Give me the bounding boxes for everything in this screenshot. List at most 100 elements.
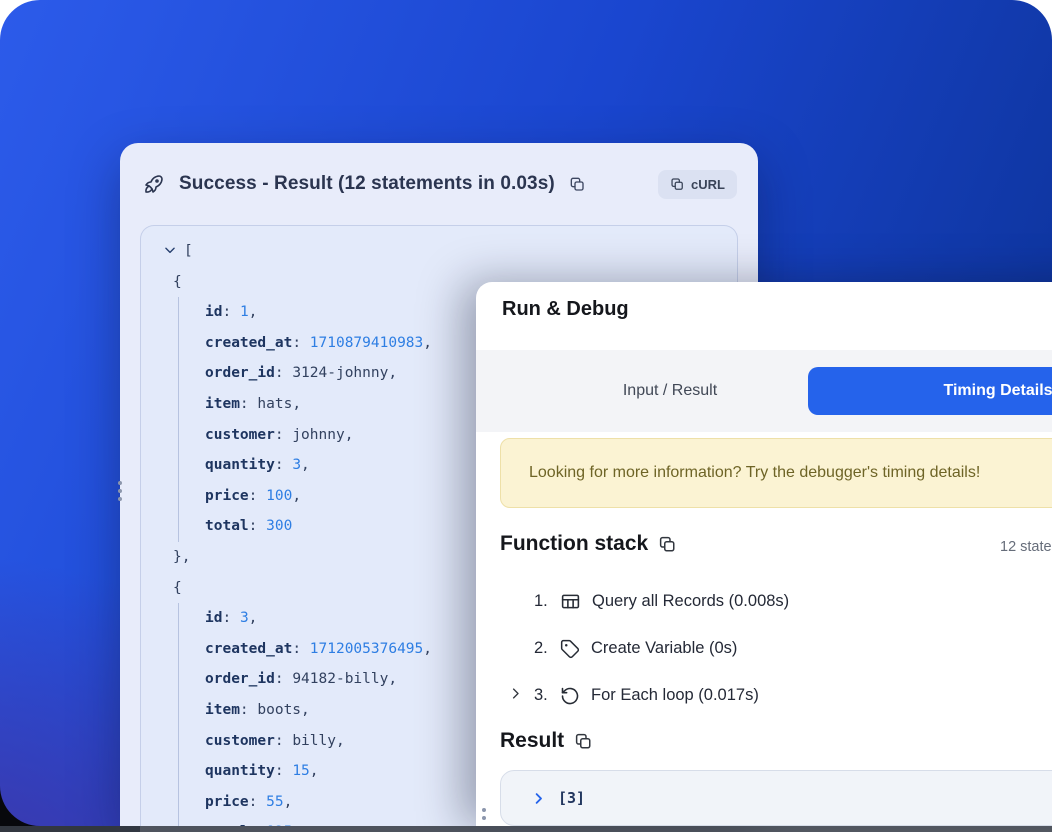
step-label: Create Variable (0s) bbox=[591, 639, 737, 658]
code-token: id bbox=[205, 610, 222, 626]
code-token: johnny bbox=[292, 427, 344, 443]
code-token: [ bbox=[184, 243, 193, 259]
tab-input-result[interactable]: Input / Result bbox=[500, 367, 840, 415]
code-token: 300 bbox=[266, 518, 292, 534]
copy-icon[interactable] bbox=[574, 732, 592, 750]
result-title: Result bbox=[500, 729, 564, 753]
code-token: , bbox=[423, 335, 432, 351]
rocket-icon bbox=[142, 172, 166, 196]
function-stack-item[interactable]: 1. Query all Records (0.008s) bbox=[500, 578, 1052, 625]
function-stack-list: 1. Query all Records (0.008s) 2. Create Var… bbox=[500, 578, 1052, 719]
code-token: : bbox=[292, 335, 309, 351]
tab-timing-details[interactable]: Timing Details bbox=[808, 367, 1052, 415]
code-token: : bbox=[249, 794, 266, 810]
function-stack-heading: Function stack bbox=[500, 532, 676, 556]
code-token: 15 bbox=[292, 763, 309, 779]
tag-icon bbox=[560, 639, 580, 659]
code-token: , bbox=[310, 763, 319, 779]
chevron-down-icon[interactable] bbox=[163, 243, 177, 257]
code-token: price bbox=[205, 488, 249, 504]
code-token: : bbox=[249, 488, 266, 504]
code-token: : bbox=[240, 396, 257, 412]
code-token: total bbox=[205, 518, 249, 534]
code-token: hats bbox=[257, 396, 292, 412]
code-token: boots bbox=[257, 702, 301, 718]
code-token: , bbox=[388, 365, 397, 381]
info-banner: Looking for more information? Try the de… bbox=[500, 438, 1052, 508]
loop-icon bbox=[560, 686, 580, 706]
code-token: , bbox=[284, 794, 293, 810]
code-token: { bbox=[173, 274, 182, 290]
code-token: : bbox=[240, 702, 257, 718]
chevron-right-icon[interactable] bbox=[508, 686, 523, 701]
code-token: , bbox=[345, 427, 354, 443]
code-token: , bbox=[388, 671, 397, 687]
code-token: : bbox=[275, 457, 292, 473]
step-number: 2. bbox=[534, 639, 558, 658]
result-value-box[interactable]: [3] bbox=[500, 770, 1052, 826]
code-line: [ bbox=[141, 236, 737, 267]
code-token: quantity bbox=[205, 763, 275, 779]
code-token: , bbox=[301, 702, 310, 718]
copy-icon bbox=[670, 177, 684, 191]
curl-button-label: cURL bbox=[691, 177, 725, 192]
code-token: : bbox=[275, 763, 292, 779]
run-debug-panel: Run & Debug Input / Result Timing Detail… bbox=[476, 282, 1052, 826]
result-panel-title: Success - Result (12 statements in 0.03s… bbox=[179, 173, 555, 195]
code-token: customer bbox=[205, 427, 275, 443]
code-token: { bbox=[173, 580, 182, 596]
code-token: : bbox=[222, 610, 239, 626]
code-token: customer bbox=[205, 733, 275, 749]
table-icon bbox=[560, 591, 581, 612]
code-token: 1712005376495 bbox=[310, 641, 424, 657]
copy-icon[interactable] bbox=[569, 176, 585, 192]
function-stack-title: Function stack bbox=[500, 532, 648, 556]
code-token: created_at bbox=[205, 335, 292, 351]
code-token: order_id bbox=[205, 671, 275, 687]
function-stack-item[interactable]: 2. Create Variable (0s) bbox=[500, 625, 1052, 672]
code-token: created_at bbox=[205, 641, 292, 657]
code-token: : bbox=[292, 641, 309, 657]
code-token: : bbox=[222, 304, 239, 320]
function-stack-item[interactable]: 3.For Each loop (0.017s) bbox=[500, 672, 1052, 719]
code-token: quantity bbox=[205, 457, 275, 473]
panel-drag-handle[interactable] bbox=[118, 481, 122, 501]
code-token: 3124-johnny bbox=[292, 365, 388, 381]
step-label: Query all Records (0.008s) bbox=[592, 592, 789, 611]
code-token: 55 bbox=[266, 794, 283, 810]
code-token: id bbox=[205, 304, 222, 320]
step-number: 3. bbox=[534, 686, 558, 705]
code-token: , bbox=[292, 396, 301, 412]
code-token: , bbox=[301, 457, 310, 473]
code-token: , bbox=[249, 610, 258, 626]
code-token: 1710879410983 bbox=[310, 335, 424, 351]
code-token: 100 bbox=[266, 488, 292, 504]
result-panel-header: Success - Result (12 statements in 0.03s… bbox=[120, 143, 758, 225]
code-token: , bbox=[423, 641, 432, 657]
code-token: item bbox=[205, 396, 240, 412]
code-token: item bbox=[205, 702, 240, 718]
code-token: order_id bbox=[205, 365, 275, 381]
code-token: , bbox=[336, 733, 345, 749]
code-token: : bbox=[275, 365, 292, 381]
panel-drag-handle[interactable] bbox=[482, 808, 486, 820]
step-number: 1. bbox=[534, 592, 558, 611]
code-token: }, bbox=[173, 549, 190, 565]
panel-title: Run & Debug bbox=[502, 298, 629, 321]
code-token: : bbox=[275, 671, 292, 687]
curl-button[interactable]: cURL bbox=[658, 170, 737, 199]
copy-icon[interactable] bbox=[658, 535, 676, 553]
chevron-right-icon[interactable] bbox=[531, 791, 546, 806]
code-token: 3 bbox=[292, 457, 301, 473]
code-token: , bbox=[249, 304, 258, 320]
viewport-bottom-edge bbox=[0, 826, 1052, 832]
screenshot-stage: Success - Result (12 statements in 0.03s… bbox=[0, 0, 1052, 832]
code-token: 94182-billy bbox=[292, 671, 388, 687]
tab-strip: Input / Result Timing Details bbox=[476, 350, 1052, 432]
code-token: 1 bbox=[240, 304, 249, 320]
statement-count: 12 statements bbox=[1000, 539, 1052, 555]
code-token: : bbox=[275, 427, 292, 443]
result-value: [3] bbox=[558, 789, 585, 807]
code-token: price bbox=[205, 794, 249, 810]
code-token: billy bbox=[292, 733, 336, 749]
